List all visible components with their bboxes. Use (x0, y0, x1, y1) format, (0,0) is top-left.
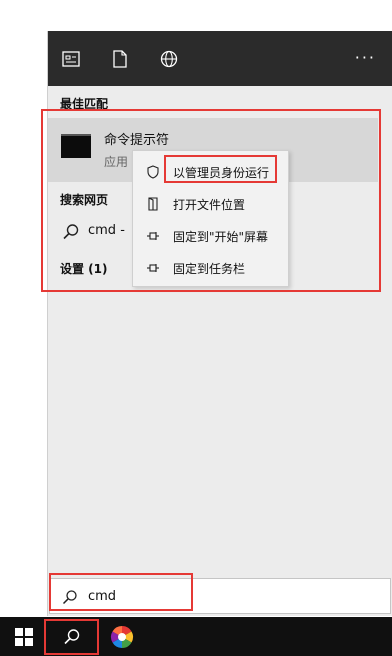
settings-heading[interactable]: 设置 (1) (60, 260, 108, 277)
web-search-text: cmd - (88, 223, 125, 238)
folder-open-icon (146, 197, 160, 211)
globe-icon[interactable] (159, 49, 179, 69)
menu-item-label: 打开文件位置 (173, 198, 246, 212)
best-match-title: 命令提示符 (104, 133, 170, 148)
search-input-value: cmd (88, 589, 117, 604)
document-icon[interactable] (110, 49, 130, 69)
colorful-app-icon (111, 625, 133, 648)
pin-icon (146, 261, 160, 275)
menu-item-label: 以管理员身份运行 (173, 166, 270, 180)
run-as-admin-item[interactable]: 以管理员身份运行 (133, 157, 288, 187)
shield-icon (146, 165, 160, 179)
windows-logo-icon (15, 627, 33, 646)
taskbar-app-button[interactable] (98, 617, 146, 656)
open-file-location-item[interactable]: 打开文件位置 (133, 189, 288, 219)
pin-to-start-item[interactable]: 固定到"开始"屏幕 (133, 221, 288, 251)
search-icon (62, 223, 80, 241)
best-match-heading: 最佳匹配 (60, 97, 109, 111)
taskbar (0, 617, 392, 656)
command-prompt-icon (61, 134, 91, 158)
taskbar-search-button[interactable] (48, 617, 96, 656)
search-icon (64, 628, 80, 644)
pin-icon (146, 229, 160, 243)
web-search-heading: 搜索网页 (60, 193, 109, 207)
apps-icon[interactable] (61, 49, 81, 69)
context-menu: 以管理员身份运行 打开文件位置 固定到"开始"屏幕 固定到任务栏 (132, 150, 289, 287)
panel-topbar: ··· (48, 31, 392, 86)
search-icon (62, 589, 78, 605)
search-input[interactable]: cmd (49, 578, 391, 614)
search-panel: ··· 最佳匹配 命令提示符 应用 搜索网页 cmd - 设置 (1) (47, 31, 392, 616)
more-options-button[interactable]: ··· (355, 48, 376, 67)
best-match-subtitle: 应用 (104, 155, 129, 169)
pin-to-taskbar-item[interactable]: 固定到任务栏 (133, 253, 288, 283)
start-button[interactable] (0, 617, 48, 656)
menu-item-label: 固定到"开始"屏幕 (173, 230, 269, 244)
menu-item-label: 固定到任务栏 (173, 262, 246, 276)
